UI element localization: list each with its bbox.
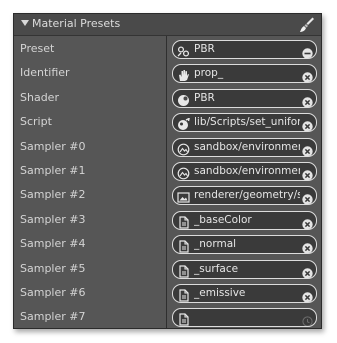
- property-row-script: Script lib/Scripts/set_uniform: [14, 110, 321, 134]
- property-row-sampler-3: Sampler #3 _baseColor: [14, 208, 321, 232]
- property-row-shader: Shader PBR: [14, 86, 321, 110]
- shader-icon[interactable]: [177, 92, 190, 106]
- x-circle-icon[interactable]: [302, 239, 313, 254]
- property-value[interactable]: sandbox/environment: [194, 165, 300, 177]
- image-icon[interactable]: [177, 189, 190, 203]
- property-value[interactable]: PBR: [194, 92, 300, 104]
- property-label: Sampler #4: [20, 237, 86, 251]
- document-icon[interactable]: [177, 238, 190, 253]
- x-circle-icon[interactable]: [302, 93, 313, 107]
- property-field[interactable]: _surface: [172, 259, 317, 279]
- brush-icon[interactable]: [299, 16, 315, 33]
- x-circle-icon[interactable]: [302, 142, 313, 156]
- property-row-sampler-2: Sampler #2 renderer/geometry/s: [14, 183, 321, 207]
- property-value[interactable]: prop_: [194, 67, 300, 79]
- document-icon[interactable]: [177, 214, 190, 229]
- property-label: Sampler #3: [20, 212, 86, 226]
- material-presets-panel: Material Presets Preset PBR Identifier prop…: [13, 13, 322, 329]
- property-label: Script: [20, 115, 52, 129]
- x-circle-icon[interactable]: [302, 166, 313, 180]
- property-label: Sampler #1: [20, 164, 86, 177]
- property-label: Sampler #0: [20, 139, 86, 153]
- x-circle-icon[interactable]: [302, 117, 313, 132]
- property-label: Sampler #5: [20, 261, 86, 275]
- reset-icon[interactable]: [302, 312, 313, 327]
- x-circle-icon[interactable]: [302, 288, 313, 302]
- property-value[interactable]: _emissive: [194, 287, 300, 299]
- property-label: Preset: [20, 42, 55, 55]
- property-field[interactable]: _normal: [172, 235, 317, 255]
- document-icon[interactable]: [177, 311, 190, 326]
- collapse-triangle-icon[interactable]: [21, 20, 29, 26]
- property-field[interactable]: prop_: [172, 64, 317, 84]
- document-icon[interactable]: [177, 263, 190, 278]
- property-label: Identifier: [20, 66, 70, 80]
- property-value[interactable]: PBR: [194, 43, 300, 55]
- script-icon[interactable]: [177, 116, 190, 131]
- document-icon[interactable]: [177, 287, 190, 302]
- property-row-preset: Preset PBR: [14, 37, 321, 61]
- property-label: Shader: [20, 90, 59, 104]
- x-circle-icon[interactable]: [302, 264, 313, 278]
- property-value[interactable]: lib/Scripts/set_uniform: [194, 116, 300, 128]
- property-label: Sampler #7: [20, 310, 86, 324]
- panel-title: Material Presets: [32, 17, 121, 30]
- property-field[interactable]: renderer/geometry/s: [172, 186, 317, 206]
- property-value[interactable]: _normal: [194, 238, 300, 250]
- property-row-sampler-7: Sampler #7: [14, 305, 321, 329]
- property-field[interactable]: PBR: [172, 40, 317, 59]
- property-label: Sampler #2: [20, 188, 86, 202]
- hand-icon[interactable]: [177, 67, 190, 82]
- property-field[interactable]: lib/Scripts/set_uniform: [172, 113, 317, 133]
- property-row-sampler-0: Sampler #0 sandbox/environment: [14, 135, 321, 159]
- x-circle-icon[interactable]: [302, 190, 313, 205]
- property-field[interactable]: sandbox/environment: [172, 162, 317, 181]
- property-field[interactable]: [172, 308, 317, 328]
- property-field[interactable]: _emissive: [172, 284, 317, 303]
- property-value[interactable]: sandbox/environment: [194, 141, 300, 153]
- property-row-sampler-1: Sampler #1 sandbox/environment: [14, 159, 321, 183]
- property-value[interactable]: renderer/geometry/s: [194, 189, 300, 201]
- environment-icon[interactable]: [177, 165, 190, 180]
- property-field[interactable]: _baseColor: [172, 210, 317, 230]
- x-circle-icon[interactable]: [302, 68, 313, 83]
- property-field[interactable]: sandbox/environment: [172, 137, 317, 157]
- property-field[interactable]: PBR: [172, 88, 317, 108]
- property-value[interactable]: _baseColor: [194, 214, 300, 226]
- x-circle-icon[interactable]: [302, 215, 313, 229]
- environment-icon[interactable]: [177, 141, 190, 155]
- property-label: Sampler #6: [20, 286, 86, 299]
- minus-circle-icon[interactable]: [302, 44, 313, 58]
- preset-icon[interactable]: [177, 43, 190, 57]
- property-row-identifier: Identifier prop_: [14, 61, 321, 85]
- property-value[interactable]: _surface: [194, 263, 300, 275]
- property-row-sampler-4: Sampler #4 _normal: [14, 232, 321, 256]
- property-row-sampler-5: Sampler #5 _surface: [14, 257, 321, 281]
- property-row-sampler-6: Sampler #6 _emissive: [14, 281, 321, 305]
- panel-header[interactable]: Material Presets: [14, 14, 321, 36]
